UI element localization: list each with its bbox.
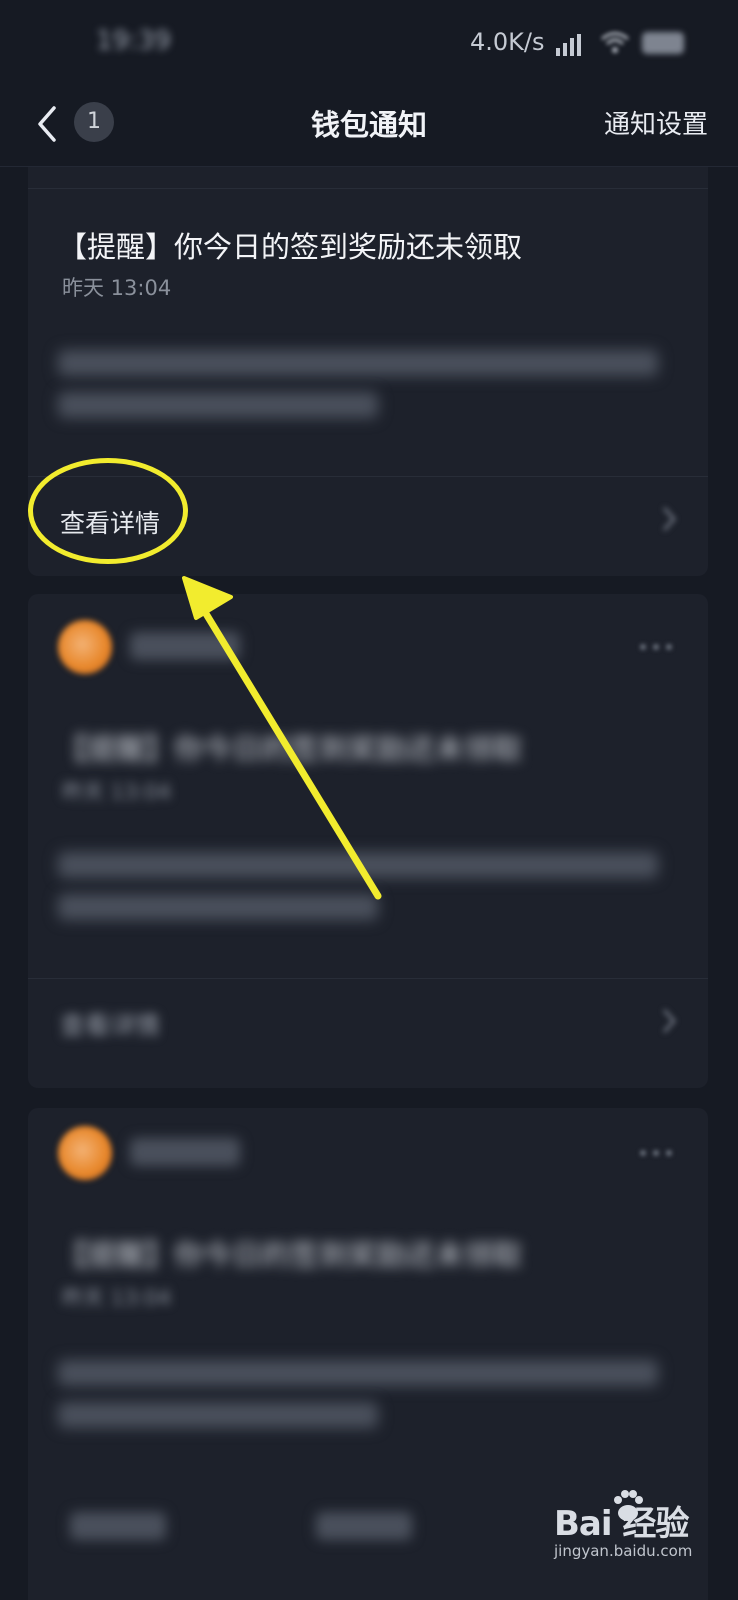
notification-card: 【提醒】你今日的签到奖励还未领取 昨天 13:04 查看详情	[28, 594, 708, 1088]
nav-bar: 1 钱包通知 通知设置	[0, 88, 738, 167]
notification-body-line	[58, 350, 658, 376]
notification-time: 昨天 13:04	[62, 1286, 172, 1310]
divider	[28, 188, 708, 189]
avatar	[58, 1126, 112, 1180]
notification-settings-button[interactable]: 通知设置	[604, 104, 708, 141]
notification-body-line	[58, 392, 378, 418]
notification-body-line	[58, 852, 658, 878]
paw-icon	[614, 1490, 643, 1521]
notification-body-line	[58, 1402, 378, 1428]
network-speed: 4.0K/s	[470, 28, 545, 56]
signal-icon	[556, 34, 582, 56]
watermark-url: jingyan.baidu.com	[554, 1542, 693, 1560]
more-icon[interactable]	[636, 644, 676, 650]
highlight-circle	[28, 458, 188, 564]
notification-title: 【提醒】你今日的签到奖励还未领取	[58, 230, 523, 264]
view-details-link[interactable]: 查看详情	[60, 1006, 160, 1042]
notification-time: 昨天 13:04	[62, 780, 172, 804]
status-bar: 19:39 4.0K/s	[0, 0, 738, 88]
sender-name	[130, 632, 240, 660]
baidu-jingyan-watermark: Bai 经验 jingyan.baidu.com	[554, 1488, 704, 1588]
status-time: 19:39	[96, 26, 171, 56]
more-icon[interactable]	[636, 1150, 676, 1156]
notification-body-line	[58, 1360, 658, 1386]
wifi-icon	[601, 32, 629, 53]
chevron-right-icon[interactable]	[658, 1006, 680, 1036]
bottom-tab[interactable]	[70, 1512, 166, 1540]
divider	[28, 978, 708, 979]
sender-name	[130, 1138, 240, 1166]
notification-body-line	[58, 894, 378, 920]
battery-icon	[642, 32, 684, 54]
chevron-right-icon[interactable]	[658, 504, 680, 534]
notification-title: 【提醒】你今日的签到奖励还未领取	[58, 732, 523, 766]
bottom-tab[interactable]	[316, 1512, 412, 1540]
notification-title: 【提醒】你今日的签到奖励还未领取	[58, 1238, 523, 1272]
notification-time: 昨天 13:04	[62, 276, 172, 300]
avatar	[58, 620, 112, 674]
